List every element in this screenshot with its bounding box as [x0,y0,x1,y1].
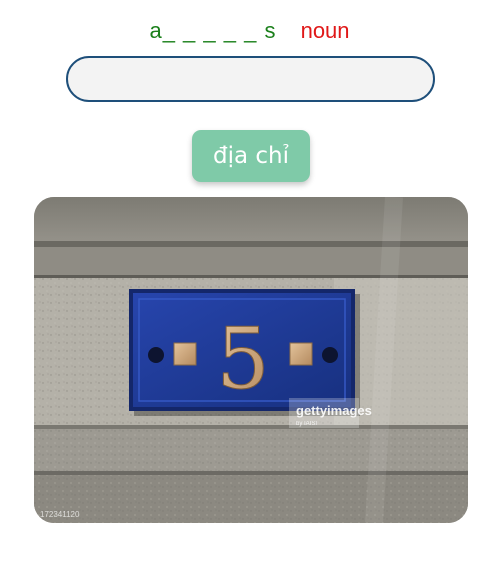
plaque-number: 5 [216,310,269,408]
watermark-text: gettyimages [296,403,372,418]
image-id: 172341120 [40,510,80,519]
answer-input[interactable] [66,56,435,102]
part-of-speech: noun [300,18,350,43]
hint-button[interactable]: địa chỉ [192,130,310,182]
word-pattern: a_ _ _ _ _ s [149,18,277,43]
watermark-credit: by IAISI [296,421,317,427]
word-hint: a_ _ _ _ _ s noun [0,18,499,44]
word-image: 5 gettyimages by IAISI 172341120 [34,197,468,523]
